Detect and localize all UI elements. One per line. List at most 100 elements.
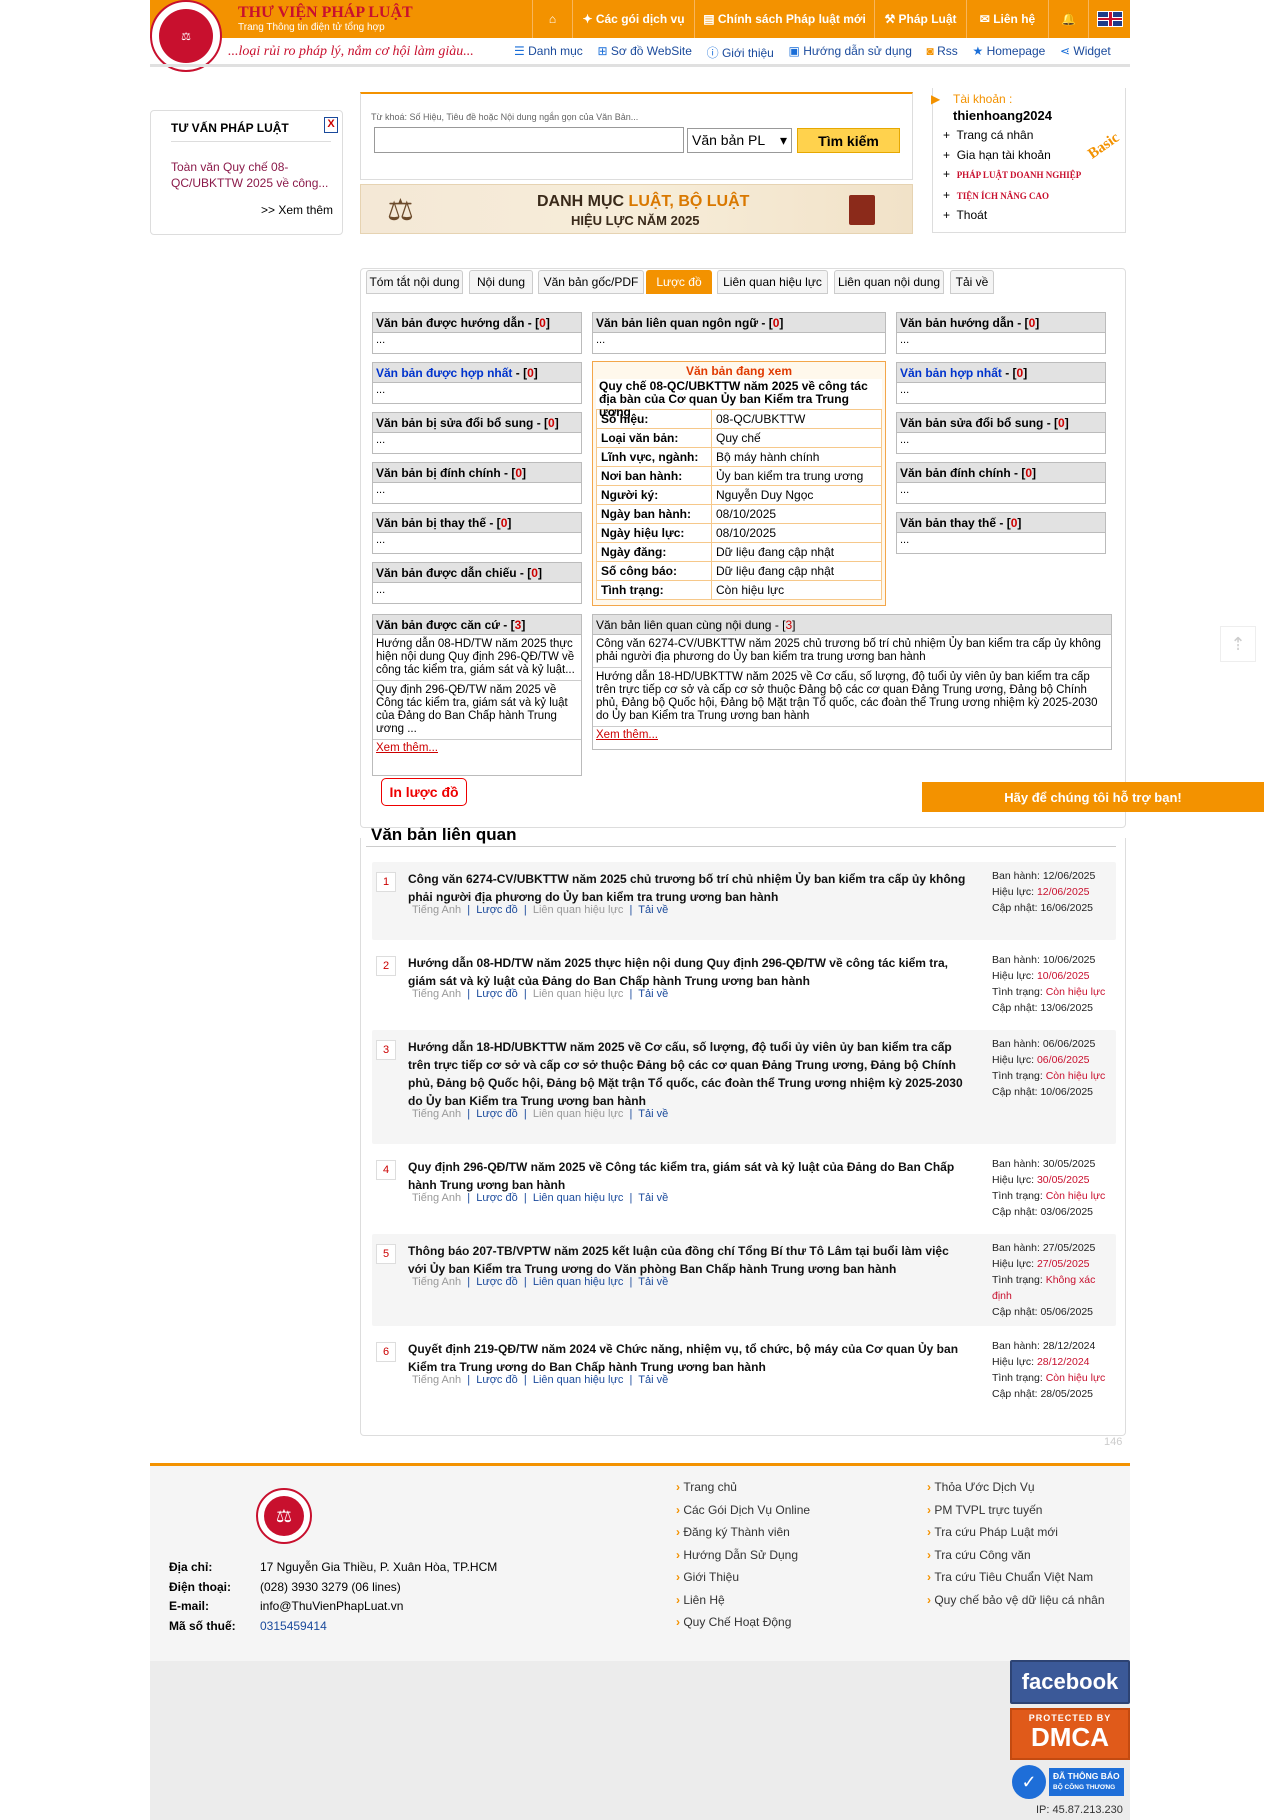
tab-related-content[interactable]: Liên quan nội dung bbox=[834, 270, 944, 294]
download-link[interactable]: Tải về bbox=[638, 1108, 668, 1120]
logout-link[interactable]: + Thoát bbox=[943, 206, 1081, 226]
consolidating-docs-box[interactable]: Văn bản hợp nhất - [0]... bbox=[896, 362, 1106, 404]
same-content-more-link[interactable]: Xem thêm... bbox=[593, 727, 1111, 743]
related-doc-title[interactable]: Hướng dẫn 18-HD/UBKTTW năm 2025 về Cơ cấ… bbox=[408, 1038, 968, 1110]
law-catalog-banner[interactable]: ⚖ DANH MỤC LUẬT, BỘ LUẬT HIỆU LỰC NĂM 20… bbox=[360, 184, 913, 234]
english-link[interactable]: Tiếng Anh bbox=[412, 1108, 461, 1120]
doc-type-select[interactable]: Văn bản PL ▾ bbox=[687, 128, 792, 153]
subnav-guide[interactable]: ▣ Hướng dẫn sử dụng bbox=[789, 44, 912, 61]
basis-doc-item[interactable]: Quy định 296-QĐ/TW năm 2025 về Công tác … bbox=[373, 681, 581, 740]
nav-new-policy[interactable]: ▤ Chính sách Pháp luật mới bbox=[694, 0, 874, 38]
related-effect-link[interactable]: Liên quan hiệu lực bbox=[533, 1374, 624, 1386]
related-effect-link[interactable]: Liên quan hiệu lực bbox=[533, 1192, 624, 1204]
account-renew-link[interactable]: + Gia hạn tài khoản bbox=[943, 146, 1081, 166]
footer-link[interactable]: Giới Thiệu bbox=[676, 1566, 810, 1589]
footer-link[interactable]: Thỏa Ước Dịch Vụ bbox=[927, 1476, 1105, 1499]
language-docs-box[interactable]: Văn bản liên quan ngôn ngữ - [0]... bbox=[592, 312, 886, 354]
facebook-badge[interactable]: facebook bbox=[1010, 1660, 1130, 1704]
footer-link[interactable]: Hướng Dẫn Sử Dụng bbox=[676, 1544, 810, 1567]
footer-link[interactable]: Quy chế bảo vệ dữ liệu cá nhân bbox=[927, 1589, 1104, 1612]
uk-flag-icon[interactable] bbox=[1088, 0, 1130, 38]
english-link[interactable]: Tiếng Anh bbox=[412, 988, 461, 1000]
tab-diagram[interactable]: Lược đồ bbox=[646, 270, 712, 294]
search-button[interactable]: Tìm kiếm bbox=[797, 128, 900, 153]
diagram-link[interactable]: Lược đồ bbox=[476, 1276, 518, 1288]
download-link[interactable]: Tải về bbox=[638, 1192, 668, 1204]
subnav-rss[interactable]: ◙ Rss bbox=[927, 44, 958, 61]
footer-link[interactable]: Trang chủ bbox=[676, 1476, 810, 1499]
subnav-homepage[interactable]: ★ Homepage bbox=[972, 44, 1045, 61]
amended-docs-box[interactable]: Văn bản bị sửa đổi bổ sung - [0]... bbox=[372, 412, 582, 454]
close-icon[interactable]: X bbox=[324, 117, 338, 133]
english-link[interactable]: Tiếng Anh bbox=[412, 1192, 461, 1204]
support-chat-button[interactable]: Hãy để chúng tôi hỗ trợ bạn! bbox=[922, 782, 1264, 812]
english-link[interactable]: Tiếng Anh bbox=[412, 1374, 461, 1386]
same-content-item[interactable]: Hướng dẫn 18-HD/UBKTTW năm 2025 về Cơ cấ… bbox=[593, 668, 1111, 727]
advice-link[interactable]: Toàn văn Quy chế 08-QC/UBKTTW 2025 về cô… bbox=[171, 159, 331, 191]
account-profile-link[interactable]: + Trang cá nhân bbox=[943, 126, 1081, 146]
tab-summary[interactable]: Tóm tắt nội dung bbox=[366, 270, 463, 294]
footer-logo[interactable]: ⚖ bbox=[256, 1488, 312, 1544]
email-value[interactable]: info@ThuVienPhapLuat.vn bbox=[260, 1597, 497, 1617]
nav-service-packages[interactable]: ✦ Các gói dịch vụ bbox=[572, 0, 694, 38]
guided-docs-box[interactable]: Văn bản được hướng dẫn - [0]... bbox=[372, 312, 582, 354]
search-input[interactable] bbox=[374, 127, 684, 153]
replacing-docs-box[interactable]: Văn bản thay thế - [0]... bbox=[896, 512, 1106, 554]
consolidated-docs-box[interactable]: Văn bản được hợp nhất - [0]... bbox=[372, 362, 582, 404]
download-link[interactable]: Tải về bbox=[638, 904, 668, 916]
correcting-docs-box[interactable]: Văn bản đính chính - [0]... bbox=[896, 462, 1106, 504]
business-law-link[interactable]: + PHÁP LUẬT DOANH NGHIỆP bbox=[943, 165, 1081, 186]
tab-content[interactable]: Nội dung bbox=[469, 270, 533, 294]
subnav-widget[interactable]: ⋖ Widget bbox=[1060, 44, 1111, 61]
related-effect-link[interactable]: Liên quan hiệu lực bbox=[533, 1276, 624, 1288]
moit-badge[interactable]: ✓ ĐÃ THÔNG BÁO BỘ CÔNG THƯƠNG bbox=[1012, 1764, 1130, 1800]
home-icon[interactable]: ⌂ bbox=[532, 0, 572, 38]
referenced-docs-box[interactable]: Văn bản được dẫn chiếu - [0]... bbox=[372, 562, 582, 604]
guiding-docs-box[interactable]: Văn bản hướng dẫn - [0]... bbox=[896, 312, 1106, 354]
diagram-link[interactable]: Lược đồ bbox=[476, 1108, 518, 1120]
subnav-menu[interactable]: ☰ Danh mục bbox=[514, 44, 583, 61]
english-link[interactable]: Tiếng Anh bbox=[412, 904, 461, 916]
related-effect-link[interactable]: Liên quan hiệu lực bbox=[533, 904, 624, 916]
footer-link[interactable]: Các Gói Dịch Vụ Online bbox=[676, 1499, 810, 1522]
bell-icon[interactable]: 🔔 bbox=[1048, 0, 1088, 38]
footer-link[interactable]: Đăng ký Thành viên bbox=[676, 1521, 810, 1544]
basis-more-link[interactable]: Xem thêm... bbox=[373, 740, 581, 756]
diagram-link[interactable]: Lược đồ bbox=[476, 904, 518, 916]
basis-doc-item[interactable]: Hướng dẫn 08-HD/TW năm 2025 thực hiện nộ… bbox=[373, 635, 581, 681]
related-effect-link[interactable]: Liên quan hiệu lực bbox=[533, 1108, 624, 1120]
related-effect-link[interactable]: Liên quan hiệu lực bbox=[533, 988, 624, 1000]
tab-related-effect[interactable]: Liên quan hiệu lực bbox=[717, 270, 828, 294]
download-link[interactable]: Tải về bbox=[638, 988, 668, 1000]
tab-original-pdf[interactable]: Văn bản gốc/PDF bbox=[538, 270, 644, 294]
site-logo[interactable]: ⚖ bbox=[150, 0, 222, 72]
footer-link[interactable]: Tra cứu Pháp Luật mới bbox=[927, 1521, 1105, 1544]
download-link[interactable]: Tải về bbox=[638, 1276, 668, 1288]
footer-link[interactable]: PM TVPL trực tuyến bbox=[927, 1499, 1105, 1522]
advanced-utils-link[interactable]: + TIỆN ÍCH NÂNG CAO bbox=[943, 186, 1081, 207]
same-content-item[interactable]: Công văn 6274-CV/UBKTTW năm 2025 chủ trư… bbox=[593, 635, 1111, 668]
nav-law[interactable]: ⚒ Pháp Luật bbox=[874, 0, 966, 38]
tab-download[interactable]: Tải về bbox=[950, 270, 994, 294]
scroll-top-icon[interactable]: ⇡ bbox=[1220, 626, 1256, 662]
footer-link[interactable]: Tra cứu Công văn bbox=[927, 1544, 1105, 1567]
replaced-docs-box[interactable]: Văn bản bị thay thế - [0]... bbox=[372, 512, 582, 554]
subnav-about[interactable]: ⓘ Giới thiệu bbox=[707, 44, 774, 61]
related-doc-title[interactable]: Quy định 296-QĐ/TW năm 2025 về Công tác … bbox=[408, 1158, 968, 1194]
subnav-sitemap[interactable]: ⊞ Sơ đồ WebSite bbox=[597, 44, 691, 61]
related-doc-title[interactable]: Thông báo 207-TB/VPTW năm 2025 kết luận … bbox=[408, 1242, 968, 1278]
related-doc-title[interactable]: Quyết định 219-QĐ/TW năm 2024 về Chức nă… bbox=[408, 1340, 968, 1376]
download-link[interactable]: Tải về bbox=[638, 1374, 668, 1386]
tax-value[interactable]: 0315459414 bbox=[260, 1617, 497, 1637]
dmca-badge[interactable]: PROTECTED BY DMCA bbox=[1010, 1708, 1130, 1760]
print-diagram-button[interactable]: In lược đồ bbox=[381, 778, 467, 806]
related-doc-title[interactable]: Công văn 6274-CV/UBKTTW năm 2025 chủ trư… bbox=[408, 870, 968, 906]
diagram-link[interactable]: Lược đồ bbox=[476, 1192, 518, 1204]
nav-contact[interactable]: ✉ Liên hệ bbox=[966, 0, 1048, 38]
advice-more[interactable]: >> Xem thêm bbox=[261, 203, 333, 217]
related-doc-title[interactable]: Hướng dẫn 08-HD/TW năm 2025 thực hiện nộ… bbox=[408, 954, 968, 990]
footer-link[interactable]: Liên Hệ bbox=[676, 1589, 810, 1612]
english-link[interactable]: Tiếng Anh bbox=[412, 1276, 461, 1288]
diagram-link[interactable]: Lược đồ bbox=[476, 988, 518, 1000]
amending-docs-box[interactable]: Văn bản sửa đổi bổ sung - [0]... bbox=[896, 412, 1106, 454]
